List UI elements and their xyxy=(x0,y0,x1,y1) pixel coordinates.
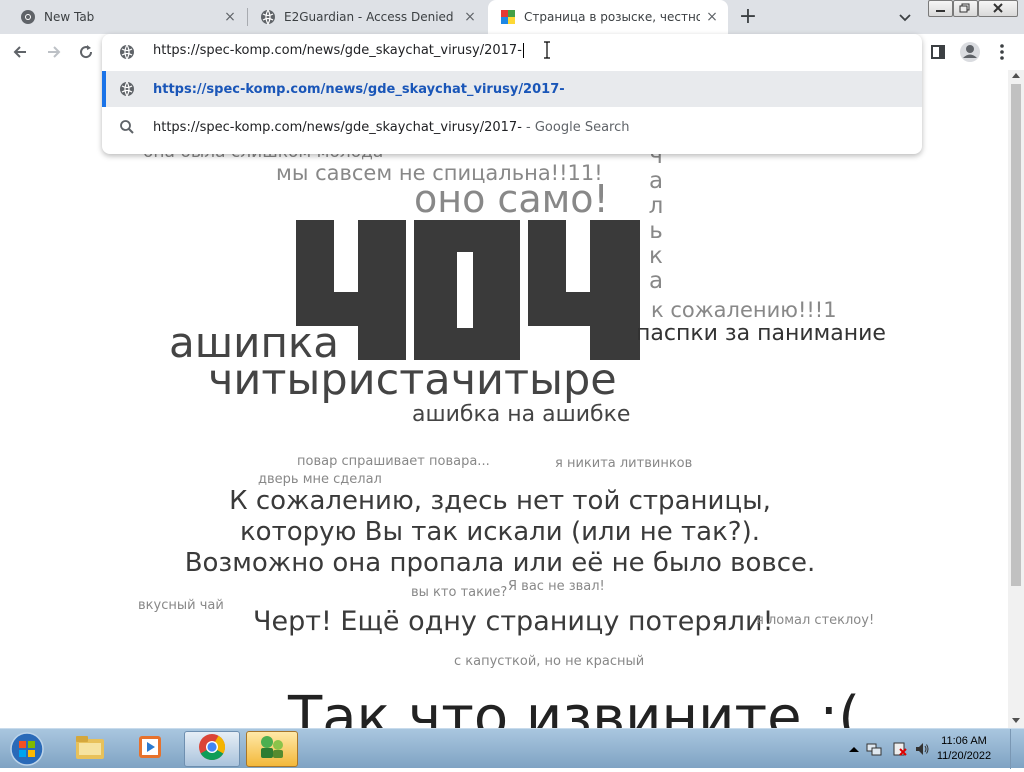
explorer-icon xyxy=(74,733,106,765)
action-center-flag-icon[interactable] xyxy=(892,741,908,757)
profile-avatar-icon[interactable] xyxy=(958,40,982,64)
tab-close-icon[interactable]: × xyxy=(704,9,720,25)
menu-kebab-icon[interactable] xyxy=(990,40,1014,64)
suggestion-query: https://spec-komp.com/news/gde_skaychat_… xyxy=(153,119,522,135)
suggestion-suffix: - Google Search xyxy=(521,119,630,135)
tab-close-icon[interactable]: × xyxy=(222,9,238,25)
reload-icon[interactable] xyxy=(74,40,98,64)
scrollbar-thumb[interactable] xyxy=(1011,84,1021,586)
selection-indicator xyxy=(102,71,106,107)
close-window-button[interactable] xyxy=(978,0,1018,17)
ibeam-cursor-icon xyxy=(543,41,551,63)
tab-e2guardian[interactable]: E2Guardian - Access Denied × xyxy=(248,0,486,34)
volume-icon[interactable] xyxy=(914,741,930,757)
show-hidden-icons-chevron-icon[interactable] xyxy=(846,741,862,757)
address-value: https://spec-komp.com/news/gde_skaychat_… xyxy=(153,43,522,58)
word-vertical: чалька xyxy=(648,143,664,294)
text-caret xyxy=(522,43,524,58)
minimize-button[interactable] xyxy=(928,0,953,17)
new-tab-button[interactable]: + xyxy=(736,5,760,29)
taskbar-explorer[interactable] xyxy=(62,731,118,767)
word-cook: повар спрашивает повара... xyxy=(297,454,490,469)
page-content: она была слишком молода мы савсем не спи… xyxy=(0,70,1008,728)
globe-icon xyxy=(119,81,135,101)
vertical-scrollbar[interactable] xyxy=(1008,70,1024,728)
lost-page-text: Черт! Ещё одну страницу потеряли! xyxy=(253,606,774,637)
word-glass: я ломал стеклоу! xyxy=(756,613,875,628)
word-unfortunately: к сожалению!!!1 xyxy=(651,298,837,322)
clock-date: 11/20/2022 xyxy=(936,750,992,762)
network-app-icon xyxy=(257,732,287,766)
word-it-itself: оно само! xyxy=(414,177,609,221)
word-who-are-you: вы кто такие? xyxy=(411,585,508,600)
tab-new-tab[interactable]: New Tab × xyxy=(0,0,246,34)
tab-title: Страница в розыске, честно! 40 xyxy=(524,10,700,24)
taskbar: 11:06 AM 11/20/2022 xyxy=(0,728,1024,769)
word-door: дверь мне сделал xyxy=(258,472,382,487)
scroll-up-arrow-icon[interactable] xyxy=(1012,73,1020,78)
big-404-graphic xyxy=(296,220,640,360)
suggestion-url-text: https://spec-komp.com/news/gde_skaychat_… xyxy=(153,81,565,97)
globe-icon xyxy=(260,9,276,25)
network-status-icon[interactable] xyxy=(866,741,882,757)
suggestion-search-text: https://spec-komp.com/news/gde_skaychat_… xyxy=(153,120,629,135)
message-line-2: которую Вы так искали (или не так?). xyxy=(239,517,761,547)
sorry-text: Так что извините :( xyxy=(288,685,861,729)
start-button[interactable] xyxy=(2,730,52,768)
restore-button[interactable] xyxy=(953,0,978,17)
system-clock[interactable]: 11:06 AM 11/20/2022 xyxy=(936,734,992,764)
globe-icon xyxy=(119,44,135,64)
word-tea: вкусный чай xyxy=(138,598,224,613)
media-player-icon xyxy=(136,733,164,765)
forward-arrow-icon[interactable] xyxy=(42,40,66,64)
taskbar-media-player[interactable] xyxy=(122,731,178,767)
suggestion-search[interactable]: https://spec-komp.com/news/gde_skaychat_… xyxy=(102,109,922,145)
word-error-on-error: ашибка на ашибке xyxy=(412,402,631,427)
search-icon xyxy=(119,119,135,139)
address-bar[interactable]: https://spec-komp.com/news/gde_skaychat_… xyxy=(102,34,922,70)
tab-title: New Tab xyxy=(44,10,95,24)
word-didnt-call: Я вас не звал! xyxy=(508,579,605,594)
word-404-text: читыристачитыре xyxy=(208,355,617,405)
word-cabbage: с капусткой, но не красный xyxy=(454,654,645,669)
tab-strip: New Tab × E2Guardian - Access Denied × С… xyxy=(0,0,1024,34)
word-thanks: паспки за панимание xyxy=(636,321,886,346)
chrome-icon xyxy=(20,9,36,25)
omnibox-dropdown: https://spec-komp.com/news/gde_skaychat_… xyxy=(102,34,922,154)
taskbar-chrome[interactable] xyxy=(184,731,240,767)
back-arrow-icon[interactable] xyxy=(8,40,32,64)
message-line-3: Возможно она пропала или её не было вовс… xyxy=(184,548,816,578)
message-line-1: К сожалению, здесь нет той страницы, xyxy=(229,486,771,516)
colorful-favicon-icon xyxy=(500,9,516,25)
chrome-icon xyxy=(197,732,227,766)
side-panel-icon[interactable] xyxy=(926,40,950,64)
taskbar-network-app[interactable] xyxy=(246,731,298,767)
tab-title: E2Guardian - Access Denied xyxy=(284,10,454,24)
clock-time: 11:06 AM xyxy=(941,735,987,747)
show-desktop-button[interactable] xyxy=(1010,729,1024,769)
tab-active-404-page[interactable]: Страница в розыске, честно! 40 × xyxy=(488,0,728,34)
address-input[interactable]: https://spec-komp.com/news/gde_skaychat_… xyxy=(153,43,524,58)
tab-search-chevron-icon[interactable] xyxy=(896,8,914,26)
suggestion-url[interactable]: https://spec-komp.com/news/gde_skaychat_… xyxy=(102,71,922,107)
scroll-down-arrow-icon[interactable] xyxy=(1012,718,1020,723)
tab-close-icon[interactable]: × xyxy=(462,9,478,25)
word-nikita: я никита литвинков xyxy=(555,456,693,471)
